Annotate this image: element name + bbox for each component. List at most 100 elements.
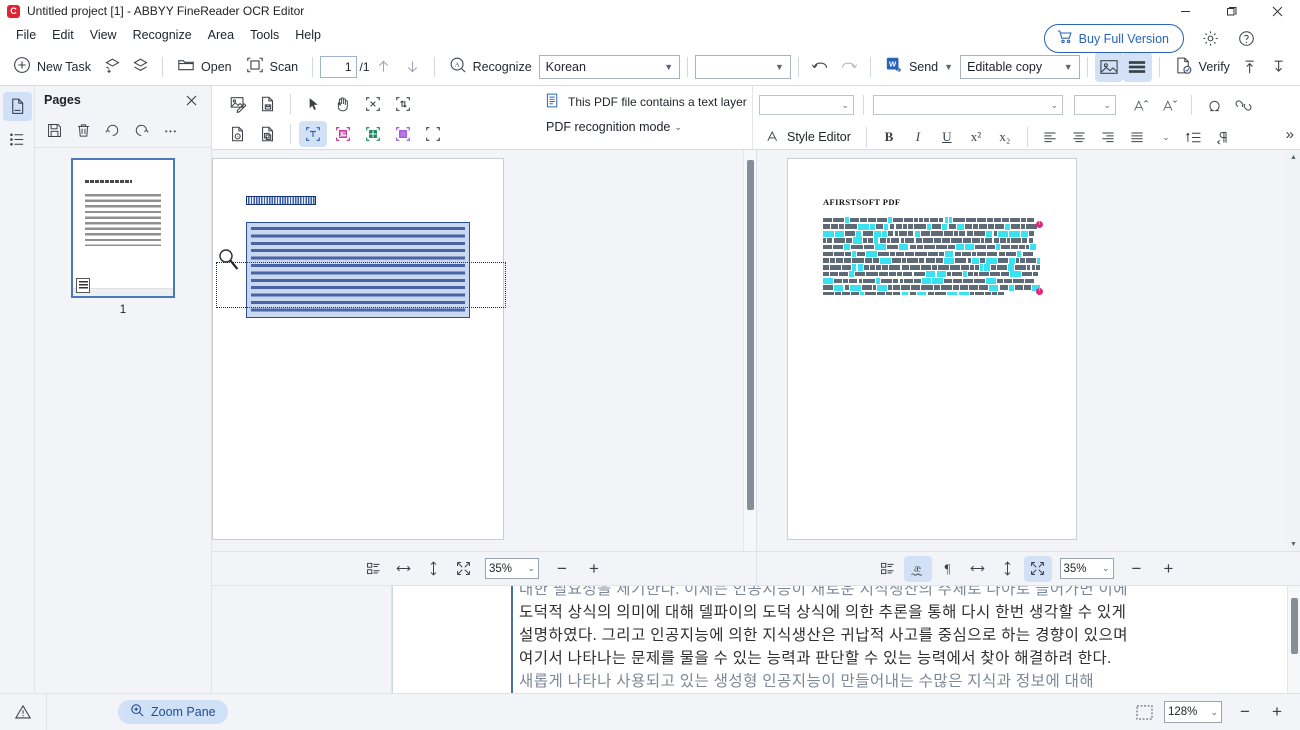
pointer-tool[interactable] [299, 91, 327, 117]
text-pane-canvas[interactable]: AFIRSTSOFT PDF ! ! [757, 150, 1287, 551]
chevron-down-icon[interactable]: ⌄ [1153, 125, 1179, 149]
sidebar-item-list[interactable] [3, 125, 32, 154]
zoom-pane-scrollbar[interactable] [1287, 586, 1300, 693]
previous-page-button[interactable] [370, 52, 399, 82]
recognize-button[interactable]: A Recognize [442, 52, 539, 82]
save-icon[interactable] [40, 117, 68, 145]
text-zoom-in-button[interactable]: + [1154, 556, 1184, 582]
page-image[interactable] [212, 158, 506, 540]
delete-trash-icon[interactable] [69, 117, 97, 145]
line-spacing-icon[interactable] [1182, 125, 1208, 149]
close-button[interactable] [1254, 0, 1300, 22]
chevron-double-right-icon[interactable]: » [1286, 126, 1294, 143]
image-zoom-select[interactable]: 35% ⌄ [485, 558, 539, 579]
align-right-icon[interactable] [1095, 125, 1121, 149]
align-left-icon[interactable] [1037, 125, 1063, 149]
error-marker[interactable]: ! [1036, 221, 1043, 228]
table-area-tool[interactable] [359, 121, 387, 147]
status-zoom-select[interactable]: 128% ⌄ [1164, 701, 1222, 723]
low-confidence-ae-icon[interactable]: æ [903, 555, 932, 582]
minimize-button[interactable] [1162, 0, 1208, 22]
fit-height-icon[interactable] [419, 556, 447, 582]
secondary-select[interactable]: ▼ [695, 54, 791, 79]
block-order-icon[interactable] [874, 556, 902, 582]
fit-width-icon[interactable] [389, 556, 417, 582]
recognition-area-tool[interactable] [419, 121, 447, 147]
inspect-page-icon[interactable]: A [224, 121, 252, 147]
buy-full-version-button[interactable]: Buy Full Version [1043, 24, 1184, 53]
layers-icon[interactable] [127, 52, 156, 82]
new-task-button[interactable]: New Task [6, 52, 98, 82]
bold-button[interactable]: B [876, 125, 902, 149]
zoom-pane-toggle-button[interactable]: Zoom Pane [118, 700, 228, 724]
warning-triangle-icon[interactable] [0, 703, 46, 721]
italic-button[interactable]: I [905, 125, 931, 149]
more-ellipsis-icon[interactable] [156, 117, 184, 145]
menu-file[interactable]: File [8, 25, 44, 45]
subscript-button[interactable]: x₂ [992, 125, 1018, 149]
add-layers-icon[interactable] [98, 52, 127, 82]
scroll-up-arrow-icon[interactable]: ▲ [1287, 150, 1300, 164]
text-zoom-out-button[interactable]: − [1122, 556, 1152, 582]
close-icon[interactable] [177, 86, 205, 114]
fit-height-icon[interactable] [994, 556, 1022, 582]
rotate-left-icon[interactable] [98, 117, 126, 145]
text-direction-icon[interactable] [1211, 125, 1237, 149]
menu-view[interactable]: View [82, 25, 125, 45]
output-mode-select[interactable]: Editable copy ▼ [960, 54, 1080, 79]
verify-button[interactable]: Verify [1167, 52, 1237, 82]
fit-page-icon[interactable] [449, 556, 477, 582]
menu-help[interactable]: Help [287, 25, 329, 45]
delete-area-tool[interactable] [359, 91, 387, 117]
image-pane-canvas[interactable] [212, 150, 743, 551]
font-size-select[interactable]: ⌄ [1074, 95, 1116, 115]
decrease-font-icon[interactable] [1156, 93, 1182, 117]
hand-pan-tool[interactable] [329, 91, 357, 117]
superscript-button[interactable]: x² [963, 125, 989, 149]
scan-button[interactable]: Scan [239, 52, 306, 82]
status-zoom-in-button[interactable]: + [1262, 699, 1292, 725]
font-style-select[interactable]: ⌄ [873, 95, 1063, 115]
block-order-icon[interactable] [359, 556, 387, 582]
page-thumbnail-1[interactable] [71, 158, 175, 298]
undo-button[interactable] [806, 52, 835, 82]
restore-button[interactable] [1208, 0, 1254, 22]
style-editor-button[interactable]: Style Editor [759, 125, 857, 149]
menu-edit[interactable]: Edit [44, 25, 82, 45]
omega-symbol-icon[interactable] [1201, 93, 1227, 117]
align-justify-icon[interactable] [1124, 125, 1150, 149]
text-view-toggle[interactable] [1123, 51, 1152, 82]
reorder-area-tool[interactable] [389, 91, 417, 117]
send-button[interactable]: W Send ▼ [878, 52, 960, 82]
status-zoom-out-button[interactable]: − [1230, 699, 1260, 725]
pages-thumbnail-list[interactable]: 1 [35, 148, 211, 693]
recognized-text-page[interactable]: AFIRSTSOFT PDF ! ! [787, 158, 1077, 540]
text-zoom-select[interactable]: 35% ⌄ [1059, 558, 1114, 579]
error-marker[interactable]: ! [1036, 288, 1043, 295]
redo-button[interactable] [834, 52, 863, 82]
menu-tools[interactable]: Tools [242, 25, 287, 45]
menu-recognize[interactable]: Recognize [125, 25, 200, 45]
pdf-recognition-mode-dropdown[interactable]: PDF recognition mode ⌄ [546, 120, 752, 134]
align-center-icon[interactable] [1066, 125, 1092, 149]
fit-page-icon[interactable] [1023, 555, 1052, 582]
help-circle-icon[interactable] [1232, 24, 1260, 52]
text-area-tool[interactable] [299, 121, 327, 147]
picture-area-tool[interactable] [329, 121, 357, 147]
gear-icon[interactable] [1196, 24, 1224, 52]
image-view-toggle[interactable] [1094, 51, 1124, 82]
export-up-icon[interactable] [1237, 52, 1266, 82]
selection-marquee[interactable] [216, 262, 506, 308]
open-button[interactable]: Open [170, 52, 239, 82]
font-name-select[interactable]: ⌄ [759, 95, 854, 115]
scroll-down-arrow-icon[interactable]: ▼ [1287, 537, 1300, 551]
zoom-pane-canvas[interactable]: 대한 필요성을 제기한다. 이제는 인공지능이 새로운 지식생산의 주체로 나아… [392, 586, 1287, 693]
menu-area[interactable]: Area [200, 25, 242, 45]
export-down-icon[interactable] [1265, 52, 1294, 82]
link-icon[interactable] [1230, 93, 1256, 117]
background-picture-area-tool[interactable] [389, 121, 417, 147]
recognized-body-text[interactable] [823, 217, 1041, 295]
image-pane-scrollbar[interactable] [743, 150, 756, 551]
fit-width-icon[interactable] [964, 556, 992, 582]
copy-page-icon[interactable] [254, 121, 282, 147]
